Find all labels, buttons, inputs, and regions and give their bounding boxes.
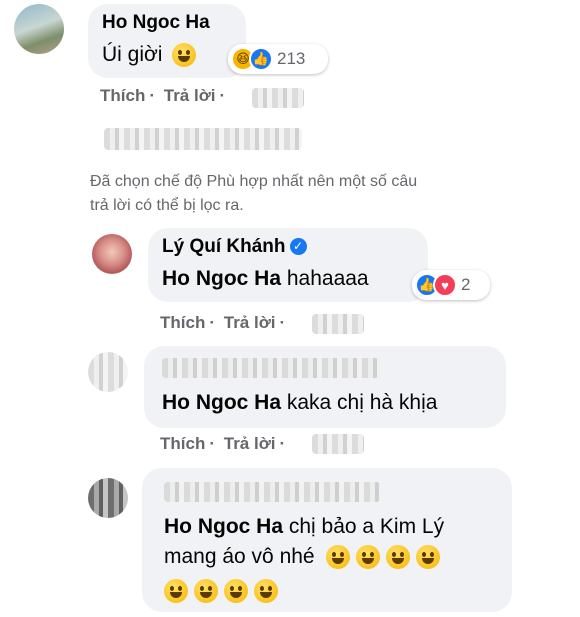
grinning-emoji-icon bbox=[356, 545, 381, 570]
avatar[interactable] bbox=[92, 234, 132, 274]
like-link[interactable]: Thích bbox=[160, 313, 205, 332]
dizzy-emoji-icon bbox=[172, 43, 197, 68]
blurred-avatar[interactable] bbox=[88, 352, 128, 392]
reply-actions: Thích · Trả lời · bbox=[160, 313, 286, 332]
reply-author[interactable]: Lý Quí Khánh bbox=[162, 236, 286, 257]
reply-text-line1: chị bảo a Kim Lý bbox=[288, 515, 445, 538]
reply-link[interactable]: Trả lời bbox=[224, 313, 276, 332]
like-reaction-icon: 👍 bbox=[249, 47, 273, 71]
reply-bubble: Ho Ngoc Ha kaka chị hà khịa bbox=[144, 346, 506, 428]
reaction-summary[interactable]: 👍 ♥ 2 bbox=[412, 270, 490, 300]
blurred-author-name[interactable] bbox=[162, 358, 380, 378]
blurred-timestamp bbox=[252, 88, 304, 108]
love-reaction-icon: ♥ bbox=[433, 273, 457, 297]
comment-author[interactable]: Ho Ngoc Ha bbox=[102, 12, 232, 34]
blurred-author-name[interactable] bbox=[164, 482, 380, 502]
blurred-timestamp bbox=[312, 314, 364, 334]
reaction-count: 213 bbox=[277, 49, 306, 68]
grinning-emoji-icon bbox=[194, 579, 218, 604]
like-link[interactable]: Thích bbox=[100, 86, 145, 105]
mention-link[interactable]: Ho Ngoc Ha bbox=[162, 267, 281, 290]
reply-link[interactable]: Trả lời bbox=[164, 86, 216, 105]
comment-bubble: Ho Ngoc Ha Úi giời bbox=[88, 4, 246, 78]
comment-actions: Thích · Trả lời · bbox=[100, 86, 226, 105]
reply-text-line2: mang áo vô nhé bbox=[164, 545, 315, 568]
grinning-emoji-icon bbox=[386, 545, 411, 570]
grinning-emoji-icon bbox=[326, 545, 351, 570]
reply-actions: Thích · Trả lời · bbox=[160, 434, 286, 453]
reaction-count: 2 bbox=[461, 275, 471, 294]
filter-note: Đã chọn chế độ Phù hợp nhất nên một số c… bbox=[90, 173, 418, 214]
grinning-emoji-icon bbox=[224, 579, 248, 604]
reply-text: hahaaaa bbox=[286, 267, 369, 290]
grinning-emoji-icon bbox=[254, 579, 278, 604]
comment-text: Úi giời bbox=[102, 43, 163, 66]
reaction-summary[interactable]: 😆 👍 213 bbox=[228, 44, 328, 74]
grinning-emoji-icon bbox=[164, 579, 188, 604]
reply-bubble: Ho Ngoc Ha chị bảo a Kim Lý mang áo vô n… bbox=[142, 468, 512, 612]
mention-link[interactable]: Ho Ngoc Ha bbox=[162, 391, 281, 414]
grinning-emoji-icon bbox=[416, 545, 441, 570]
blurred-timestamp bbox=[312, 434, 364, 454]
reply-text: kaka chị hà khịa bbox=[286, 391, 438, 414]
like-link[interactable]: Thích bbox=[160, 434, 205, 453]
blurred-replies-link[interactable] bbox=[104, 128, 302, 150]
reply-link[interactable]: Trả lời bbox=[224, 434, 276, 453]
mention-link[interactable]: Ho Ngoc Ha bbox=[164, 515, 283, 538]
verified-badge-icon: ✓ bbox=[289, 237, 307, 255]
reply-bubble: Lý Quí Khánh ✓ Ho Ngoc Ha hahaaaa bbox=[148, 228, 428, 302]
avatar[interactable] bbox=[14, 4, 64, 54]
blurred-avatar[interactable] bbox=[88, 478, 128, 518]
